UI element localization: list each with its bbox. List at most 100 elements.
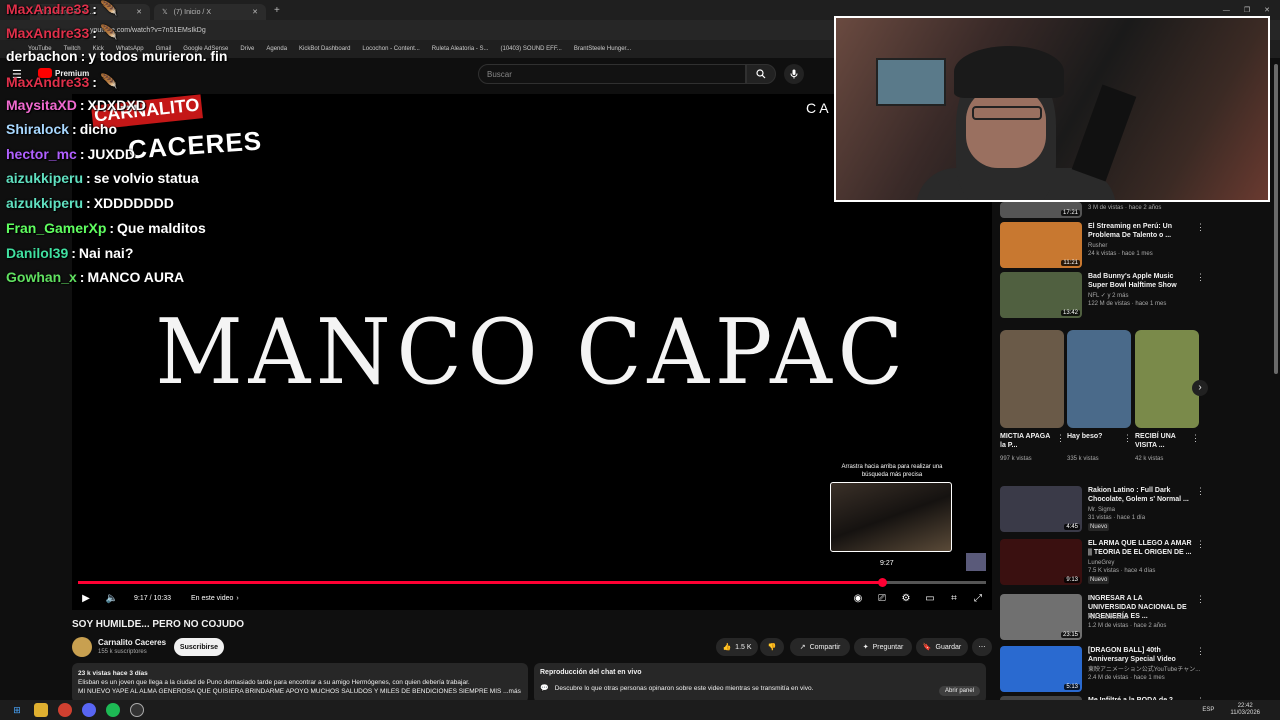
preview-time: 9:27 (880, 560, 894, 567)
short-thumbnail[interactable] (1000, 330, 1064, 428)
bookmark[interactable]: Agenda (266, 46, 287, 52)
more-options-icon[interactable]: ⋮ (1123, 433, 1132, 444)
windows-start-icon[interactable]: ⊞ (10, 703, 24, 717)
subtitles-icon[interactable]: ⎚ (874, 590, 890, 606)
chrome-icon[interactable] (58, 703, 72, 717)
description-line: MI NUEVO YAPE AL ALMA GENEROSA QUE QUISI… (78, 688, 521, 695)
more-options-icon[interactable]: ⋮ (1196, 272, 1205, 283)
sidebar-video[interactable]: 23:15 INGRESAR A LA UNIVERSIDAD NACIONAL … (1000, 594, 1210, 642)
video-title[interactable]: [DRAGON BALL] 40th Anniversary Special V… (1088, 646, 1192, 664)
video-title[interactable]: Bad Bunny's Apple Music Super Bowl Halft… (1088, 272, 1192, 290)
discord-icon[interactable] (82, 703, 96, 717)
chat-icon: 💬 (540, 685, 549, 692)
video-title[interactable]: EL ARMA QUE LLEGO A AMAR || TEORIA DE EL… (1088, 539, 1192, 557)
short-thumbnail[interactable] (1135, 330, 1199, 428)
bookmark[interactable]: (10403) SOUND EFF... (501, 46, 562, 52)
settings-icon[interactable]: ⚙ (898, 590, 914, 606)
chat-username: Shiralock (6, 121, 70, 137)
bookmark[interactable]: Locochon - Content... (362, 46, 419, 52)
channel-name[interactable]: Rusher (1088, 242, 1107, 250)
cast-icon[interactable]: ⌗ (946, 590, 962, 606)
channel-name[interactable]: Mr. Sigma (1088, 506, 1115, 514)
obs-icon[interactable] (130, 703, 144, 717)
sidebar-video[interactable]: 5:13 [DRAGON BALL] 40th Anniversary Speci… (1000, 646, 1210, 694)
channel-name[interactable]: Carnalito Caceres (98, 638, 166, 647)
progress-scrubber[interactable] (877, 578, 887, 587)
search-input[interactable]: Buscar (478, 64, 746, 84)
ask-button[interactable]: ✦ Preguntar (854, 638, 912, 656)
play-icon[interactable]: ▶ (78, 590, 94, 606)
like-button[interactable]: 👍 1.5 K (716, 638, 758, 656)
chat-replay-desc: Descubre lo que otras personas opinaron … (554, 684, 814, 692)
bookmark[interactable]: BrantSteele Hunger... (574, 46, 631, 52)
more-options-icon[interactable]: ⋮ (1056, 433, 1065, 444)
clock[interactable]: 22:42 11/03/2026 (1230, 703, 1260, 717)
chat-message: derbachon : y todos murieron. fin (6, 48, 227, 64)
save-button[interactable]: 🔖 Guardar (916, 638, 968, 656)
short-title[interactable]: MICTIA APAGA la P... (1000, 432, 1056, 450)
volume-icon[interactable]: 🔈 (104, 590, 120, 606)
voice-search-button[interactable] (784, 64, 804, 84)
chat-separator: : (92, 73, 97, 90)
video-overlay-text: MANCO CAPAC (155, 300, 909, 405)
bookmark[interactable]: Ruleta Aleatoria - S... (432, 46, 489, 52)
chevron-right-icon[interactable]: › (236, 595, 238, 602)
channel-avatar[interactable] (72, 637, 92, 657)
more-options-icon[interactable]: ⋮ (1196, 594, 1205, 605)
more-options-icon[interactable]: ⋮ (1196, 646, 1205, 657)
sidebar-video[interactable]: 4:45 Rakion Latino : Full Dark Chocolate,… (1000, 486, 1210, 534)
more-options-icon[interactable]: ⋮ (1196, 486, 1205, 497)
scrollbar-thumb[interactable] (1274, 64, 1278, 374)
fullscreen-icon[interactable]: ⤢ (970, 590, 986, 606)
chat-message: MaxAndre33 : 🪶 (6, 0, 117, 17)
short-title[interactable]: RECIBÍ UNA VISITA ... (1135, 432, 1191, 450)
end-screen-avatar[interactable] (966, 553, 986, 571)
maximize-icon[interactable]: ❐ (1244, 6, 1250, 14)
open-chat-panel-button[interactable]: Abrir panel (938, 686, 980, 696)
share-button[interactable]: ↗ Compartir (790, 638, 850, 656)
more-options-icon[interactable]: ⋮ (1196, 222, 1205, 233)
new-tab-icon[interactable]: + (274, 5, 280, 16)
more-options-icon[interactable]: ⋮ (1191, 433, 1200, 444)
search-button[interactable] (746, 64, 776, 84)
chat-text: XDXDXD (87, 97, 146, 113)
miniplayer-icon[interactable]: ▭ (922, 590, 938, 606)
video-title[interactable]: El Streaming en Perú: Un Problema De Tal… (1088, 222, 1192, 240)
tab-x[interactable]: 𝕏 (7) Inicio / X ✕ (154, 4, 266, 20)
video-meta: 7.5 K vistas · hace 4 días (1088, 568, 1156, 574)
close-icon[interactable]: ✕ (252, 8, 258, 16)
short-title[interactable]: Hay beso? (1067, 432, 1123, 441)
autoplay-toggle-icon[interactable]: ◉ (850, 590, 866, 606)
channel-name[interactable]: LuneGrey (1088, 559, 1114, 567)
chat-text: MANCO AURA (87, 269, 185, 285)
sidebar-video[interactable]: 13:42 Bad Bunny's Apple Music Super Bowl … (1000, 272, 1210, 320)
shorts-next-icon[interactable]: › (1192, 380, 1208, 396)
sidebar-video[interactable]: 9:13 EL ARMA QUE LLEGO A AMAR || TEORIA D… (1000, 539, 1210, 587)
search-icon (756, 69, 766, 79)
chapter-button[interactable]: En este video (191, 595, 233, 602)
spotify-icon[interactable] (106, 703, 120, 717)
more-options-button[interactable]: ⋯ (972, 638, 992, 656)
video-title[interactable]: Rakion Latino : Full Dark Chocolate, Gol… (1088, 486, 1192, 504)
close-window-icon[interactable]: ✕ (1264, 6, 1270, 14)
bookmark[interactable]: KickBot Dashboard (299, 46, 350, 52)
short-thumbnail[interactable] (1067, 330, 1131, 428)
file-explorer-icon[interactable] (34, 703, 48, 717)
webcam-overlay (834, 16, 1270, 202)
more-options-icon[interactable]: ⋮ (1196, 539, 1205, 550)
channel-name[interactable]: NN Entrevistas (1088, 614, 1128, 622)
minimize-icon[interactable]: — (1223, 7, 1230, 14)
subscribe-button[interactable]: Suscribirse (174, 638, 224, 656)
bookmark[interactable]: Drive (240, 46, 254, 52)
description-box[interactable]: 23 k vistas hace 3 días Elisban es un jo… (72, 663, 528, 703)
language-indicator[interactable]: ESP (1202, 707, 1214, 713)
dislike-button[interactable]: 👎 (760, 638, 784, 656)
chat-separator: : (72, 121, 77, 137)
close-icon[interactable]: ✕ (136, 8, 142, 16)
chat-username: hector_mc (6, 146, 77, 162)
sidebar-video[interactable]: 11:21 El Streaming en Perú: Un Problema D… (1000, 222, 1210, 270)
seek-hint-text: Arrastra hacia arriba para realizar una … (841, 464, 943, 478)
channel-name[interactable]: NFL ✓ y 2 más (1088, 292, 1128, 300)
sidebar-video[interactable]: 17:21 3 M de vistas · hace 2 años (1000, 202, 1210, 220)
channel-name[interactable]: 東映アニメーション公式YouTubeチャン... (1088, 666, 1200, 674)
